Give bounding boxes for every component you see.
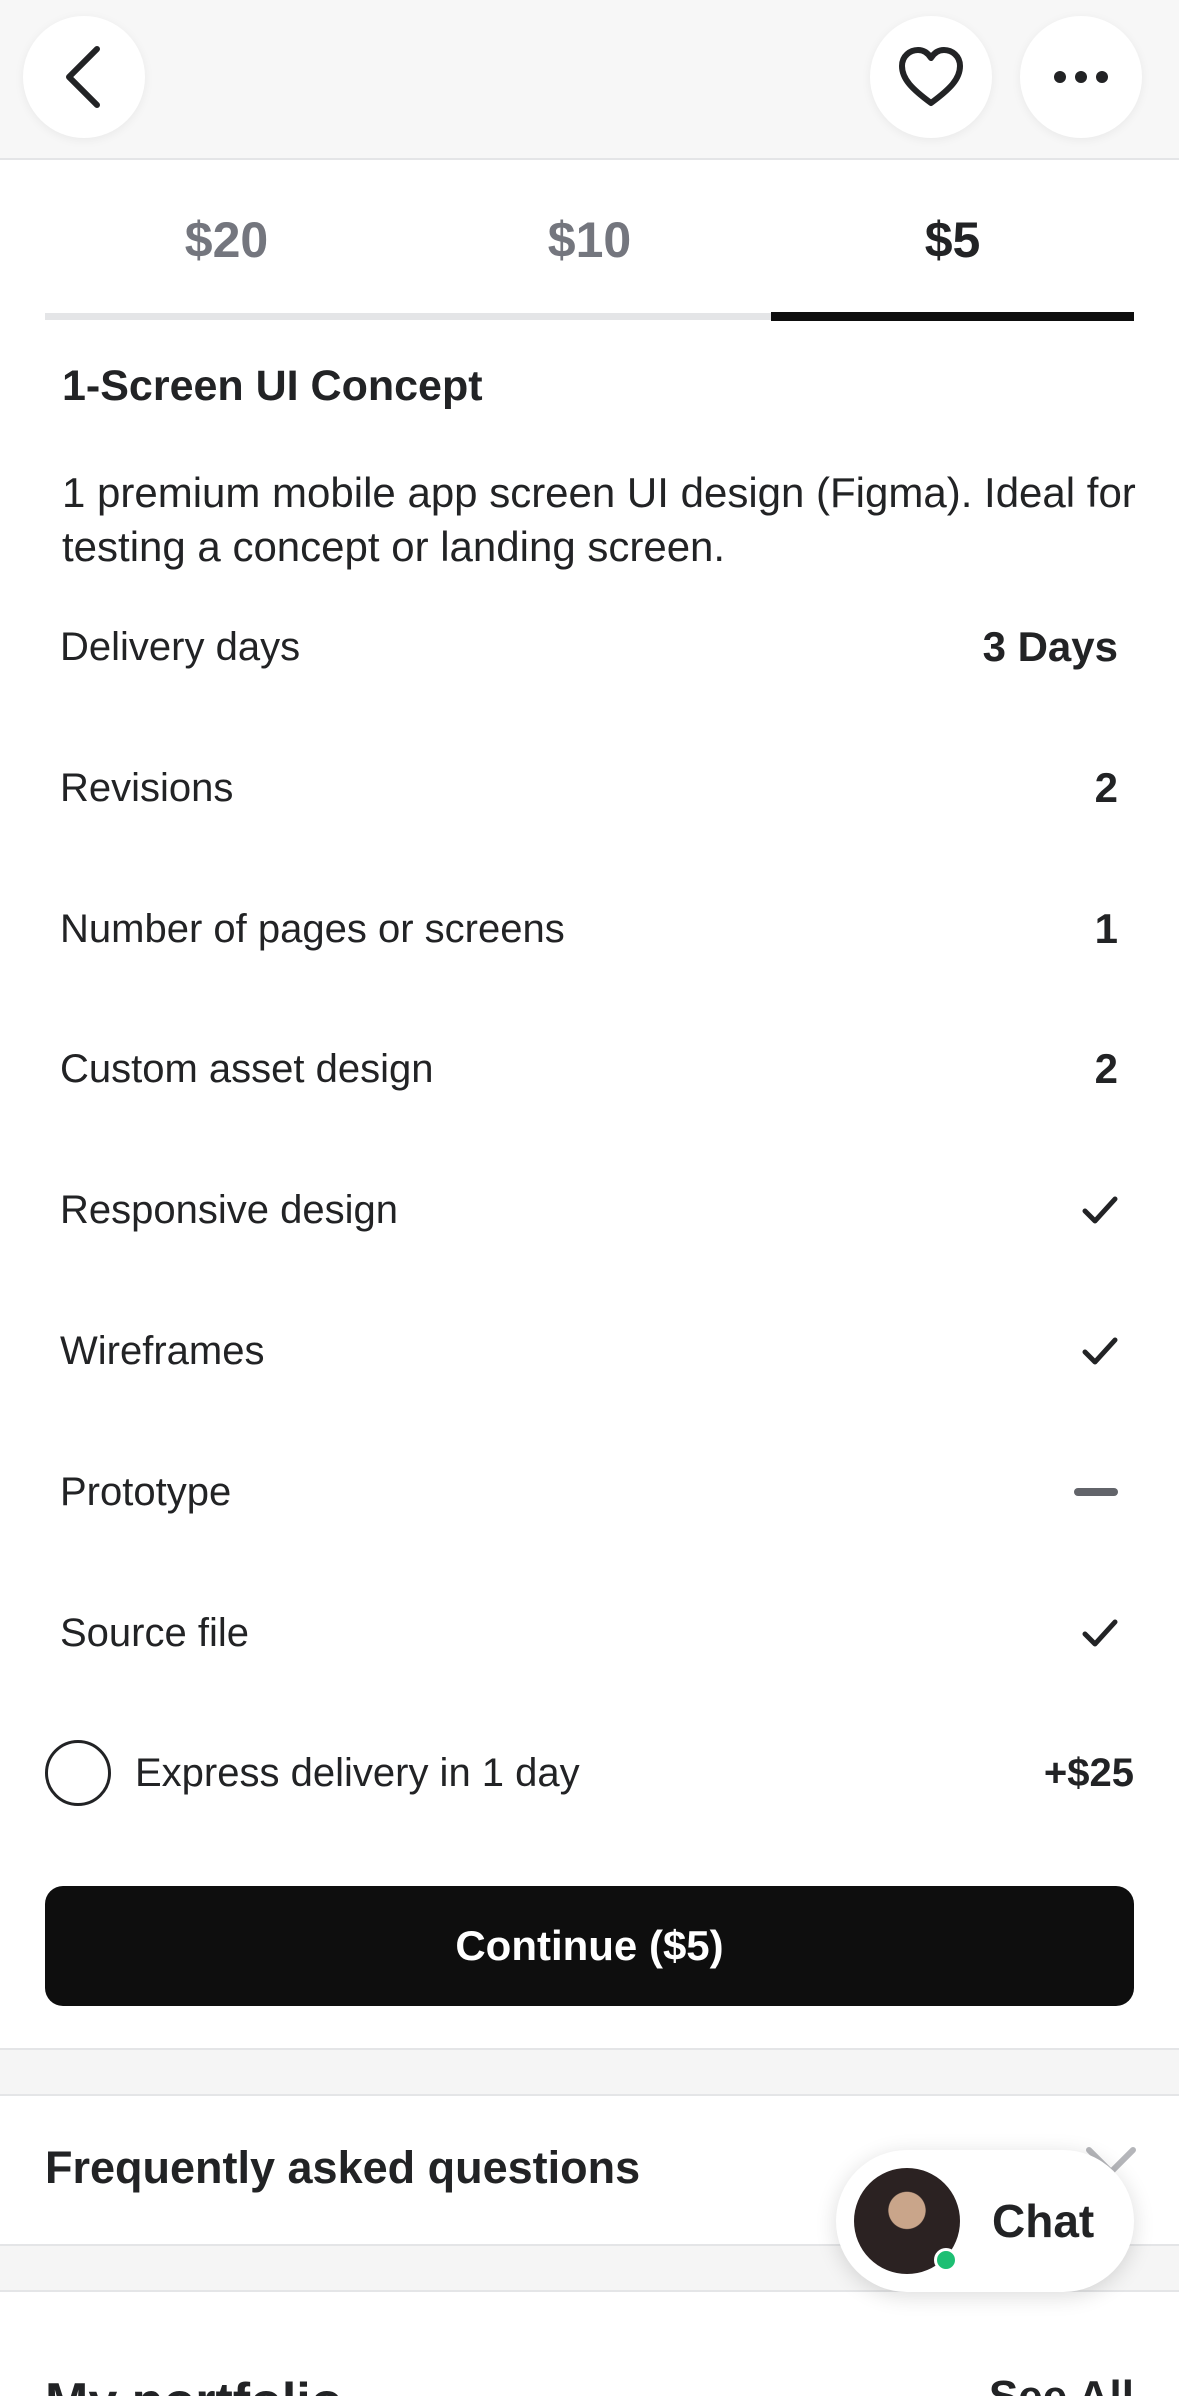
feature-label: Number of pages or screens	[60, 906, 565, 951]
feature-label: Source file	[60, 1610, 249, 1655]
chat-button[interactable]: Chat	[836, 2150, 1134, 2292]
package-tabs: $20 $10 $5	[45, 160, 1134, 321]
check-icon	[1082, 1619, 1118, 1647]
feature-row-wireframes: Wireframes	[60, 1316, 1118, 1386]
feature-label: Responsive design	[60, 1187, 398, 1232]
feature-label: Delivery days	[60, 624, 301, 669]
tab-active-indicator	[771, 312, 1134, 321]
section-divider	[0, 2048, 1179, 2096]
chat-label: Chat	[992, 2195, 1095, 2247]
package-description: 1 premium mobile app screen UI design (F…	[62, 469, 1136, 570]
feature-value: 1	[1094, 905, 1118, 952]
more-horizontal-icon	[1054, 71, 1108, 83]
package-title: 1-Screen UI Concept	[62, 362, 483, 410]
express-delivery-price: +$25	[1043, 1750, 1134, 1795]
portfolio-title: My portfolio	[45, 2372, 343, 2396]
feature-label: Revisions	[60, 765, 234, 810]
heart-icon	[899, 47, 963, 106]
express-delivery-label: Express delivery in 1 day	[135, 1750, 580, 1795]
feature-row-source-file: Source file	[60, 1598, 1118, 1668]
more-options-button[interactable]	[1020, 16, 1142, 138]
feature-value: 2	[1094, 1045, 1118, 1092]
feature-value: 3 Days	[982, 623, 1118, 670]
feature-value: 2	[1094, 764, 1118, 811]
avatar	[854, 2168, 960, 2274]
feature-label: Prototype	[60, 1469, 232, 1514]
back-button[interactable]	[23, 16, 145, 138]
faq-title: Frequently asked questions	[45, 2142, 641, 2193]
online-status-indicator	[934, 2248, 958, 2272]
feature-row-responsive: Responsive design	[60, 1175, 1118, 1245]
tab-20[interactable]: $20	[45, 160, 408, 320]
portfolio-section: My portfolio See All	[0, 2292, 1179, 2396]
top-bar	[0, 0, 1179, 160]
check-icon	[1082, 1196, 1118, 1224]
feature-row-prototype: Prototype	[60, 1457, 1118, 1527]
express-delivery-radio[interactable]	[45, 1740, 111, 1806]
feature-label: Wireframes	[60, 1328, 265, 1373]
tab-10[interactable]: $10	[408, 160, 771, 320]
dash-icon	[1074, 1488, 1118, 1496]
feature-label: Custom asset design	[60, 1046, 434, 1091]
feature-row-custom-asset: Custom asset design 2	[60, 1034, 1118, 1104]
tab-5[interactable]: $5	[771, 160, 1134, 320]
feature-row-pages: Number of pages or screens 1	[60, 894, 1118, 964]
chevron-left-icon	[66, 46, 100, 108]
express-delivery-option[interactable]: Express delivery in 1 day +$25	[45, 1738, 1134, 1808]
favorite-button[interactable]	[870, 16, 992, 138]
continue-button[interactable]: Continue ($5)	[45, 1886, 1134, 2006]
feature-row-delivery-days: Delivery days 3 Days	[60, 612, 1118, 682]
continue-button-label: Continue ($5)	[455, 1922, 724, 1969]
feature-row-revisions: Revisions 2	[60, 753, 1118, 823]
check-icon	[1082, 1337, 1118, 1365]
portfolio-see-all[interactable]: See All	[989, 2372, 1134, 2396]
